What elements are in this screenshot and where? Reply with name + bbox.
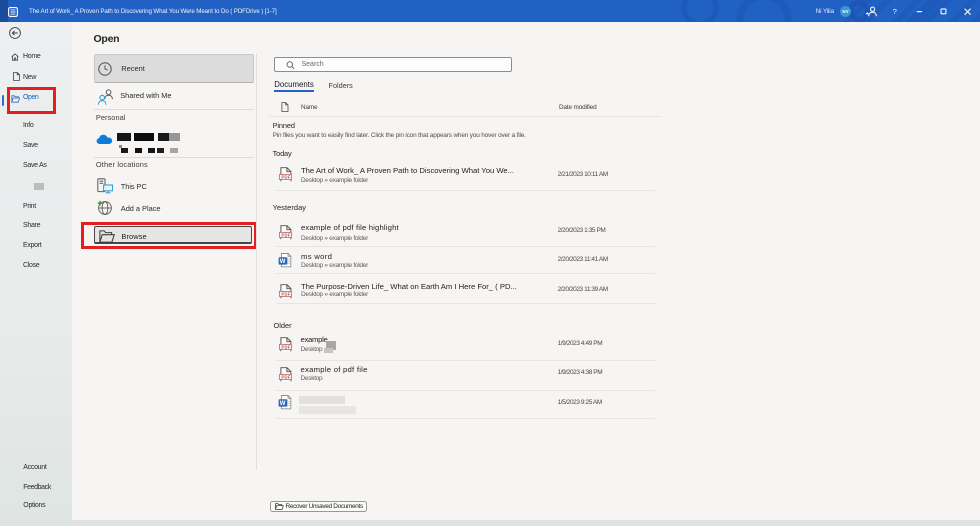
svg-text:PDF: PDF: [281, 232, 291, 237]
svg-text:W: W: [279, 259, 285, 265]
svg-text:PDF: PDF: [281, 292, 291, 297]
svg-text:PDF: PDF: [281, 175, 291, 180]
svg-text:W: W: [279, 401, 285, 407]
svg-text:PDF: PDF: [281, 374, 291, 379]
svg-text:PDF: PDF: [281, 344, 291, 349]
